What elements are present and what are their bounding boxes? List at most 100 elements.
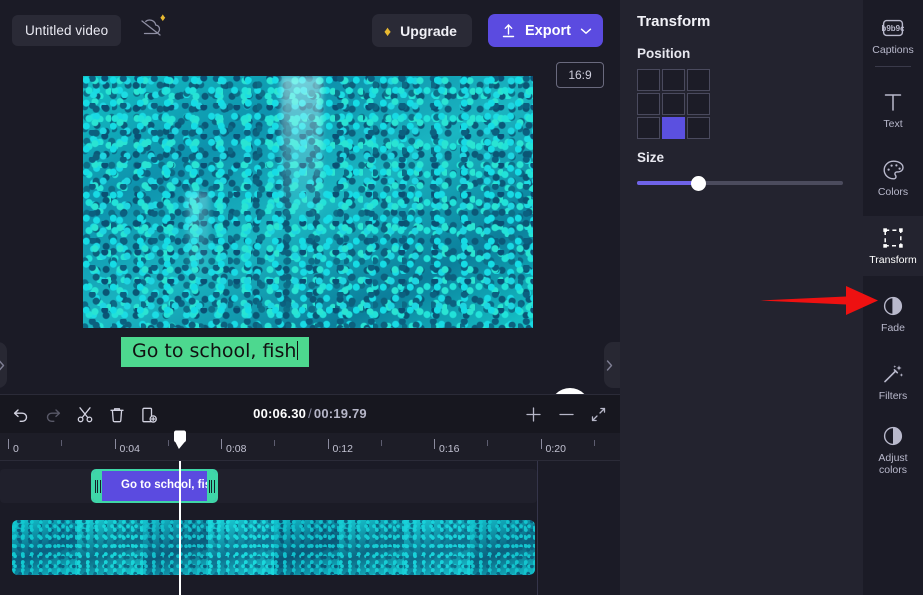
position-cell-6[interactable] [637, 117, 660, 139]
ruler-tick-major [221, 439, 222, 449]
rail-item-fade[interactable]: Fade [863, 284, 923, 344]
svg-text:#b9b9cc: #b9b9cc [882, 24, 904, 33]
zoom-in-button[interactable] [518, 399, 549, 430]
upgrade-button[interactable]: ♦ Upgrade [372, 14, 472, 47]
palette-icon [882, 158, 905, 182]
preview-stage: 16:9 Go to school, fish [0, 60, 620, 390]
playhead-handle[interactable] [171, 429, 189, 450]
timeline-end-divider [537, 461, 538, 595]
rail-item-colors[interactable]: Colors [863, 148, 923, 208]
timeline-tracks: Go to school, fish [0, 461, 620, 595]
video-thumbnail [470, 520, 535, 575]
position-cell-7[interactable] [662, 117, 685, 139]
magic-wand-icon [882, 362, 904, 386]
text-t-icon [882, 90, 904, 114]
ruler-label: 0:04 [120, 443, 140, 455]
diamond-icon: ♦ [160, 13, 166, 24]
current-time: 00:06.30 [253, 406, 306, 421]
video-editor-app: Untitled video ♦ ♦ Upgrade [0, 0, 923, 595]
diamond-icon: ♦ [384, 23, 391, 39]
right-panel-toggle[interactable] [604, 342, 621, 388]
caption-text: Go to school, fish [132, 340, 296, 362]
size-slider-thumb[interactable] [691, 176, 706, 191]
ruler-tick-minor [274, 440, 275, 446]
video-clip-thumbnails [12, 520, 535, 575]
position-grid[interactable] [637, 69, 710, 139]
aspect-ratio-badge[interactable]: 16:9 [556, 62, 604, 88]
video-highlight-secondary [187, 192, 210, 283]
left-panel-toggle[interactable] [0, 342, 7, 388]
ruler-tick-minor [61, 440, 62, 446]
position-cell-3[interactable] [637, 93, 660, 115]
video-thumbnail [208, 520, 273, 575]
rail-item-transform[interactable]: Transform [863, 216, 923, 276]
clip-handle-right[interactable] [207, 471, 216, 501]
text-clip-label: Go to school, fish [121, 479, 218, 491]
minus-icon [558, 406, 575, 423]
upload-arrow-icon [501, 23, 516, 39]
size-label: Size [637, 150, 664, 165]
rail-item-label: Captions [872, 44, 913, 56]
position-cell-8[interactable] [687, 117, 710, 139]
export-button[interactable]: Export [488, 14, 603, 47]
ruler-label: 0 [13, 443, 19, 455]
total-time: 00:19.79 [314, 406, 367, 421]
caption-text-overlay[interactable]: Go to school, fish [121, 337, 309, 367]
position-label: Position [637, 46, 690, 61]
video-thumbnail [339, 520, 404, 575]
rail-item-label: Fade [881, 322, 905, 334]
fit-to-screen-button[interactable] [583, 399, 614, 430]
video-clip[interactable] [12, 520, 535, 575]
transform-icon [882, 226, 904, 250]
ruler-tick-major [115, 439, 116, 449]
size-slider-fill [637, 181, 699, 185]
text-caret [297, 341, 298, 360]
video-thumbnail [77, 520, 142, 575]
closed-captions-icon: #b9b9cc [882, 16, 904, 40]
video-preview[interactable] [83, 76, 533, 328]
plus-icon [525, 406, 542, 423]
rail-item-captions[interactable]: #b9b9cc Captions [863, 6, 923, 66]
timeline-ruler[interactable]: 00:040:080:120:160:20 [0, 433, 620, 461]
position-cell-1[interactable] [662, 69, 685, 91]
export-button-label: Export [525, 23, 571, 39]
ruler-tick-major [8, 439, 9, 449]
position-cell-5[interactable] [687, 93, 710, 115]
panel-title: Transform [637, 13, 710, 30]
position-cell-0[interactable] [637, 69, 660, 91]
tool-rail: #b9b9cc Captions Text Colors Transform Fade Fi… [863, 0, 923, 595]
text-clip[interactable]: Go to school, fish [91, 469, 218, 503]
chevron-down-icon [580, 27, 592, 35]
project-title-input[interactable]: Untitled video [12, 15, 121, 46]
position-cell-4[interactable] [662, 93, 685, 115]
ruler-tick-major [328, 439, 329, 449]
ruler-label: 0:16 [439, 443, 459, 455]
timeline-toolbar: 00:06.30/00:19.79 [0, 394, 620, 433]
rail-item-adjust-colors[interactable]: Adjustcolors [863, 420, 923, 480]
timeline: 00:06.30/00:19.79 [0, 394, 620, 595]
rail-item-label: Transform [869, 254, 916, 266]
position-cell-2[interactable] [687, 69, 710, 91]
cloud-off-icon[interactable]: ♦ [138, 16, 172, 46]
text-track-lane[interactable] [0, 469, 537, 503]
rail-item-text[interactable]: Text [863, 80, 923, 140]
rail-item-label: Colors [878, 186, 908, 198]
ruler-tick-minor [168, 440, 169, 446]
video-thumbnail [143, 520, 208, 575]
editor-area: Untitled video ♦ ♦ Upgrade [0, 0, 620, 595]
ruler-label: 0:12 [333, 443, 353, 455]
upgrade-button-label: Upgrade [400, 23, 457, 39]
size-slider[interactable] [637, 175, 843, 191]
ruler-tick-minor [381, 440, 382, 446]
rail-item-label: Text [883, 118, 902, 130]
rail-item-label: Adjustcolors [878, 452, 907, 476]
zoom-out-button[interactable] [551, 399, 582, 430]
ruler-tick-major [434, 439, 435, 449]
chevron-right-icon [0, 360, 5, 371]
video-thumbnail [12, 520, 77, 575]
rail-item-filters[interactable]: Filters [863, 352, 923, 412]
ruler-tick-minor [594, 440, 595, 446]
video-highlight [281, 76, 322, 222]
fade-icon [882, 294, 904, 318]
clip-handle-left[interactable] [93, 471, 102, 501]
